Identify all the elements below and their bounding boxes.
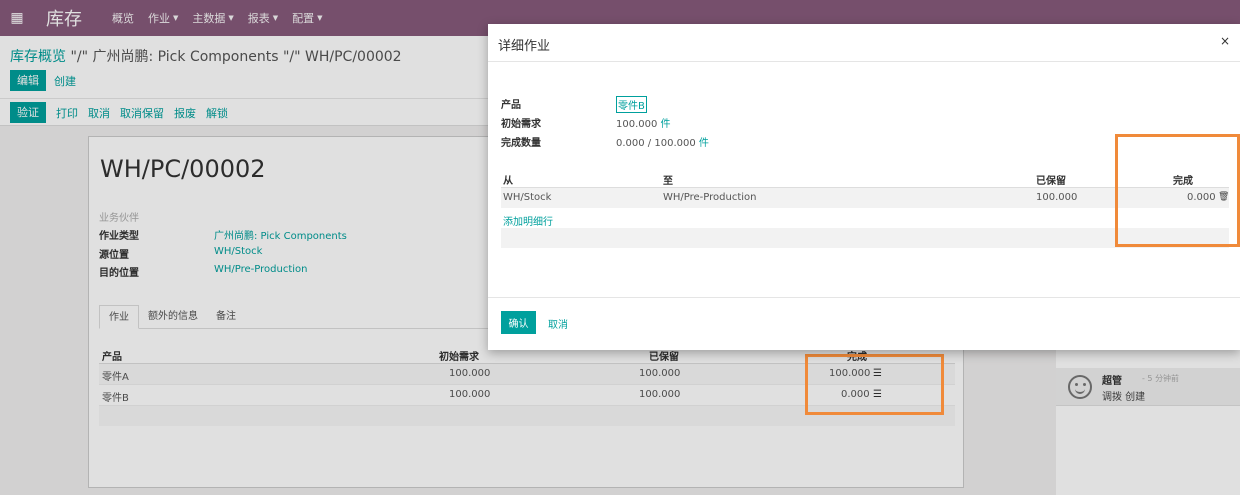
field-label: 产品 — [501, 100, 521, 111]
demand-value: 100.000 — [616, 119, 658, 130]
modal-field-demand: 初始需求 100.000 件 — [501, 115, 671, 130]
col-to: 至 — [663, 176, 673, 187]
highlight-box-done-column — [805, 354, 944, 415]
field-value: 0.000 / 100.000 件 — [616, 134, 709, 149]
cancel-button[interactable]: 取消 — [548, 316, 568, 331]
field-label: 完成数量 — [501, 138, 541, 149]
field-label: 初始需求 — [501, 119, 541, 130]
done-qty-value: 0.000 / 100.000 — [616, 138, 696, 149]
col-reserved: 已保留 — [1036, 176, 1066, 187]
row-reserved: 100.000 — [1036, 192, 1078, 203]
done-qty-unit[interactable]: 件 — [699, 138, 709, 149]
field-value: 100.000 件 — [616, 115, 671, 130]
row-from: WH/Stock — [503, 192, 552, 203]
add-line-link[interactable]: 添加明细行 — [503, 213, 553, 228]
demand-unit[interactable]: 件 — [661, 119, 671, 130]
product-link[interactable]: 零件B — [616, 96, 647, 113]
modal-field-product: 产品 零件B — [501, 96, 647, 113]
close-icon[interactable]: × — [1220, 34, 1230, 48]
confirm-button[interactable]: 确认 — [501, 311, 536, 334]
highlight-box-modal-done-column — [1115, 134, 1240, 247]
modal-title: 详细作业 — [498, 39, 551, 54]
col-from: 从 — [503, 176, 513, 187]
divider — [488, 61, 1240, 62]
divider — [488, 297, 1240, 298]
row-to: WH/Pre-Production — [663, 192, 757, 203]
modal-field-done-qty: 完成数量 0.000 / 100.000 件 — [501, 134, 709, 149]
